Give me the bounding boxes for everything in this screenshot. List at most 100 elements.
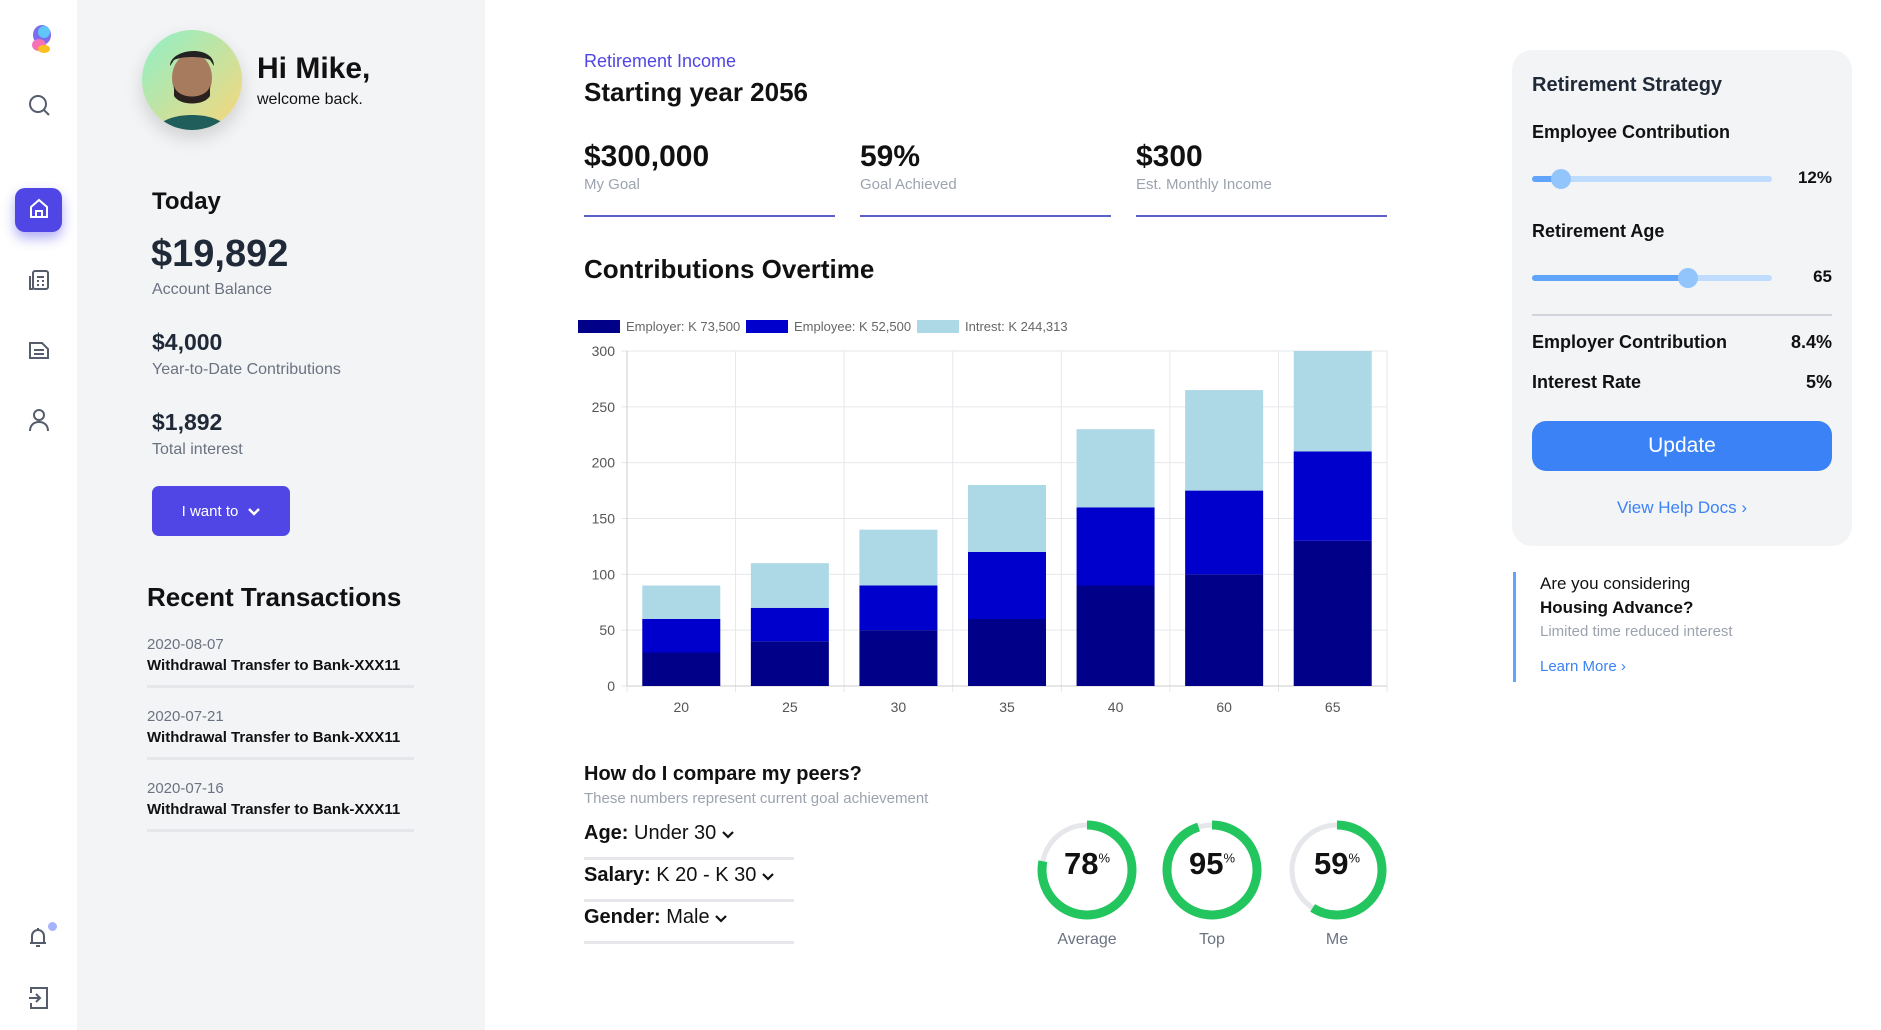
bar-employer-65[interactable] bbox=[1293, 540, 1372, 686]
home-button[interactable] bbox=[15, 188, 62, 232]
bar-employer-60[interactable] bbox=[1185, 574, 1264, 686]
stat-value: $300,000 bbox=[584, 140, 710, 173]
ring-label: Me bbox=[1325, 931, 1349, 948]
learn-more-link[interactable]: Learn More › bbox=[1540, 658, 1626, 675]
ytd-contributions: $4,000 bbox=[152, 329, 223, 355]
slider-thumb[interactable] bbox=[1678, 268, 1698, 288]
legend-label: Intrest: K 244,313 bbox=[965, 319, 1068, 334]
bar-interest-20[interactable] bbox=[642, 585, 721, 620]
stat-value: $300 bbox=[1136, 140, 1203, 173]
document-icon[interactable] bbox=[24, 335, 54, 365]
chevron-down-icon bbox=[715, 906, 727, 928]
legend-item[interactable]: Employer: K 73,500 bbox=[578, 319, 740, 334]
view-help-docs-link[interactable]: View Help Docs › bbox=[1512, 498, 1852, 518]
bar-interest-60[interactable] bbox=[1185, 390, 1264, 491]
transaction-item[interactable]: 2020-07-21 Withdrawal Transfer to Bank-XX… bbox=[147, 708, 414, 760]
ring-value: 95% bbox=[1188, 846, 1236, 881]
employee-contribution-label: Employee Contribution bbox=[1532, 122, 1730, 142]
peer-filter-select[interactable]: Gender: Male bbox=[584, 902, 794, 944]
legend-label: Employer: K 73,500 bbox=[626, 319, 740, 334]
row-value: 5% bbox=[1805, 372, 1832, 392]
peer-filter-select[interactable]: Salary: K 20 - K 30 bbox=[584, 860, 794, 902]
y-tick-label: 250 bbox=[592, 399, 616, 415]
i-want-to-label: I want to bbox=[181, 502, 239, 520]
bar-employee-65[interactable] bbox=[1293, 451, 1372, 541]
greeting: Hi Mike, bbox=[257, 52, 371, 85]
y-tick-label: 150 bbox=[592, 511, 616, 527]
contributions-chart-title: Contributions Overtime bbox=[584, 254, 875, 284]
retirement-age-slider[interactable] bbox=[1532, 268, 1772, 288]
y-tick-label: 200 bbox=[592, 455, 616, 471]
bar-interest-35[interactable] bbox=[968, 485, 1046, 552]
transaction-item[interactable]: 2020-07-16 Withdrawal Transfer to Bank-XX… bbox=[147, 780, 414, 832]
slider-thumb[interactable] bbox=[1550, 169, 1571, 189]
stat-label: My Goal bbox=[584, 176, 640, 193]
legend-item[interactable]: Intrest: K 244,313 bbox=[917, 319, 1068, 334]
bar-employee-60[interactable] bbox=[1185, 490, 1264, 575]
legend-swatch bbox=[917, 320, 959, 333]
bar-interest-40[interactable] bbox=[1076, 429, 1155, 508]
bar-employee-30[interactable] bbox=[859, 585, 938, 631]
stat-goal-achieved: 59% Goal Achieved bbox=[860, 140, 1111, 217]
bar-employer-30[interactable] bbox=[859, 630, 938, 686]
contributions-chart: 0 50 100 150 200 250 300 20 25 30 35 40 60 65 Employer… bbox=[578, 319, 1388, 715]
peer-filter-select[interactable]: Age: Under 30 bbox=[584, 818, 794, 860]
bar-employee-35[interactable] bbox=[968, 552, 1046, 619]
y-tick-label: 100 bbox=[592, 566, 616, 582]
i-want-to-button[interactable]: I want to bbox=[152, 486, 290, 536]
bar-employee-25[interactable] bbox=[750, 607, 829, 642]
employee-contribution-slider[interactable] bbox=[1532, 169, 1772, 189]
stat-monthly-income: $300 Est. Monthly Income bbox=[1136, 140, 1387, 217]
ytd-contributions-label: Year-to-Date Contributions bbox=[152, 361, 341, 378]
stat-label: Goal Achieved bbox=[860, 176, 957, 193]
bar-employee-40[interactable] bbox=[1076, 507, 1155, 586]
legend-item[interactable]: Employee: K 52,500 bbox=[746, 319, 911, 334]
row-label: Interest Rate bbox=[1532, 372, 1642, 392]
logout-icon[interactable] bbox=[24, 983, 54, 1013]
user-icon[interactable] bbox=[24, 405, 54, 435]
y-tick-label: 0 bbox=[607, 678, 615, 694]
y-tick-label: 50 bbox=[599, 622, 615, 638]
peers-subtitle: These numbers represent current goal ach… bbox=[584, 790, 929, 807]
update-button[interactable]: Update bbox=[1532, 421, 1832, 471]
calculator-icon[interactable] bbox=[24, 265, 54, 295]
retirement-age-value: 65 bbox=[1813, 267, 1832, 286]
total-interest-label: Total interest bbox=[152, 441, 243, 458]
filter-value: Under 30 bbox=[634, 822, 717, 844]
legend-swatch bbox=[746, 320, 788, 333]
bar-interest-25[interactable] bbox=[750, 563, 829, 608]
recent-transactions-heading: Recent Transactions bbox=[147, 582, 402, 612]
search-icon[interactable] bbox=[24, 90, 54, 120]
bar-employee-20[interactable] bbox=[642, 619, 721, 653]
chevron-down-icon bbox=[762, 864, 774, 886]
transaction-item[interactable]: 2020-08-07 Withdrawal Transfer to Bank-XX… bbox=[147, 636, 414, 688]
filter-value: Male bbox=[666, 906, 710, 928]
promo-line3: Limited time reduced interest bbox=[1540, 623, 1733, 640]
bell-icon[interactable] bbox=[24, 922, 57, 952]
ring-label: Average bbox=[1057, 931, 1117, 948]
bar-employer-25[interactable] bbox=[750, 641, 829, 686]
bar-employer-40[interactable] bbox=[1076, 585, 1155, 687]
ring-value: 78% bbox=[1063, 846, 1111, 881]
retirement-strategy-card: Retirement Strategy Employee Contributio… bbox=[1512, 50, 1852, 546]
bar-employer-20[interactable] bbox=[642, 652, 721, 687]
filter-label: Gender: bbox=[584, 906, 661, 928]
employee-contribution-value: 12% bbox=[1797, 168, 1832, 187]
bar-interest-65[interactable] bbox=[1293, 351, 1372, 452]
promo-accent-bar bbox=[1513, 572, 1516, 682]
account-balance: $19,892 bbox=[151, 233, 289, 275]
bar-interest-30[interactable] bbox=[859, 529, 938, 586]
peer-ring-top: 95% Top bbox=[1160, 818, 1264, 949]
logo-icon[interactable] bbox=[22, 22, 56, 56]
y-tick-label: 300 bbox=[592, 343, 616, 359]
chevron-down-icon bbox=[248, 503, 261, 520]
bar-employer-35[interactable] bbox=[968, 619, 1046, 686]
x-tick-label: 60 bbox=[1216, 699, 1232, 715]
x-tick-label: 35 bbox=[999, 699, 1015, 715]
help-link-label: View Help Docs bbox=[1616, 498, 1737, 517]
home-icon bbox=[28, 197, 50, 224]
row-value: 8.4% bbox=[1790, 332, 1832, 352]
retirement-income-label: Retirement Income bbox=[584, 51, 737, 71]
greeting-subtitle: welcome back. bbox=[257, 91, 363, 108]
transaction-title: Withdrawal Transfer to Bank-XXX11 bbox=[147, 729, 401, 746]
